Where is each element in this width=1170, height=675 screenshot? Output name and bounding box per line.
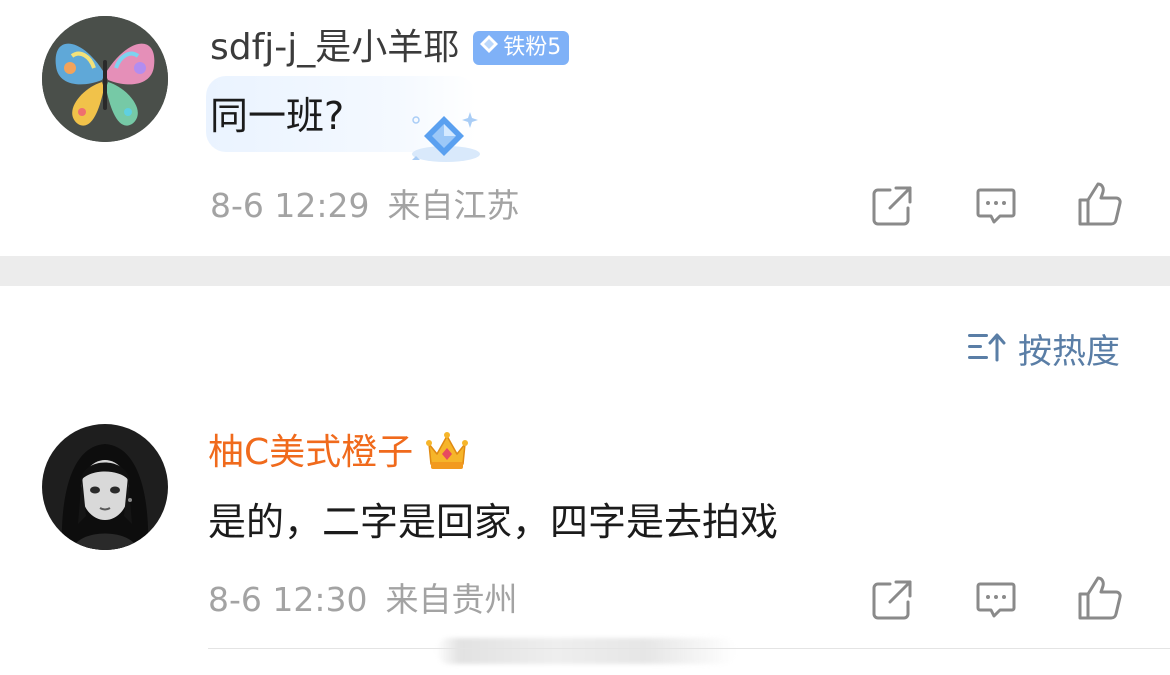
comment-header: sdfj-j_是小羊耶 铁粉5 <box>210 26 570 70</box>
comment-icon <box>976 188 1016 224</box>
butterfly-avatar-image <box>42 16 168 142</box>
comment-meta: 8-6 12:30 来自贵州 <box>208 580 518 620</box>
crown-icon[interactable] <box>425 430 469 476</box>
avatar[interactable] <box>42 16 168 142</box>
like-icon <box>1078 576 1122 620</box>
comment-location: 来自江苏 <box>387 186 520 225</box>
comment-button[interactable] <box>970 180 1022 232</box>
username[interactable]: 柚C美式橙子 <box>208 431 413 475</box>
diamond-icon <box>479 31 499 65</box>
comment-location: 来自贵州 <box>385 580 518 619</box>
comment-icon <box>976 582 1016 618</box>
like-button[interactable] <box>1074 178 1126 230</box>
like-icon <box>1078 182 1122 226</box>
comment-text: 是的，二字是回家，四字是去拍戏 <box>208 500 779 544</box>
comment-separator <box>208 648 1170 649</box>
share-icon <box>872 580 912 620</box>
badge-text: 铁粉5 <box>503 35 562 60</box>
comment-text: 同一班? <box>210 94 345 138</box>
share-icon <box>872 186 912 226</box>
blurred-watermark <box>436 638 736 664</box>
fan-badge[interactable]: 铁粉5 <box>473 31 570 65</box>
comment-time: 8-6 12:29 <box>210 186 370 225</box>
username[interactable]: sdfj-j_是小羊耶 <box>210 26 459 70</box>
sort-button[interactable]: 按热度 <box>966 328 1120 375</box>
anime-girl-avatar-image <box>42 424 168 550</box>
like-button[interactable] <box>1074 572 1126 624</box>
comment-header: 柚C美式橙子 <box>208 430 469 476</box>
avatar[interactable] <box>42 424 168 550</box>
share-button[interactable] <box>866 180 918 232</box>
comment-time: 8-6 12:30 <box>208 580 368 619</box>
bubble-decoration-icon <box>408 108 484 170</box>
sort-label: 按热度 <box>1018 331 1120 372</box>
sort-icon <box>966 328 1006 375</box>
section-divider <box>0 256 1170 286</box>
comment-meta: 8-6 12:29 来自江苏 <box>210 186 520 226</box>
share-button[interactable] <box>866 574 918 626</box>
comment-button[interactable] <box>970 574 1022 626</box>
